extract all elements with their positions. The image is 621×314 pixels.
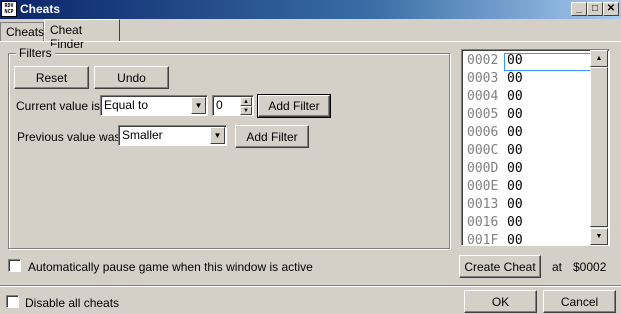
add-filter-previous-button[interactable]: Add Filter xyxy=(235,125,309,148)
divider xyxy=(0,285,621,287)
tab-strip: Cheats Cheat Finder xyxy=(0,19,621,51)
cancel-button[interactable]: Cancel xyxy=(543,290,616,313)
memory-value[interactable]: 00 xyxy=(507,161,523,176)
ok-button[interactable]: OK xyxy=(464,290,537,313)
memory-list-scrollbar[interactable]: ▲ ▼ xyxy=(590,50,608,245)
app-icon: RDV NCP xyxy=(1,1,17,17)
memory-value[interactable]: 00 xyxy=(507,179,523,194)
memory-value[interactable]: 00 xyxy=(507,71,523,86)
selection-highlight xyxy=(504,53,591,71)
address-value: $0002 xyxy=(573,260,607,274)
spin-down-icon[interactable]: ▼ xyxy=(240,106,252,115)
previous-value-label: Previous value was xyxy=(17,130,121,144)
minimize-button[interactable]: _ xyxy=(571,2,587,16)
at-label: at xyxy=(552,260,563,274)
memory-value[interactable]: 00 xyxy=(507,197,523,212)
disable-all-checkbox[interactable] xyxy=(6,295,19,308)
memory-address: 000C xyxy=(467,143,499,158)
current-op-select[interactable]: Equal to ▼ xyxy=(100,95,208,116)
current-value-label: Current value is xyxy=(16,99,101,113)
spin-up-icon[interactable]: ▲ xyxy=(240,97,252,106)
close-button[interactable]: ✕ xyxy=(603,2,619,16)
previous-op-select[interactable]: Smaller ▼ xyxy=(118,125,227,146)
scroll-down-icon[interactable]: ▼ xyxy=(590,228,608,245)
filters-legend: Filters xyxy=(16,46,55,60)
memory-address: 000D xyxy=(467,161,499,176)
scroll-up-icon[interactable]: ▲ xyxy=(590,50,608,67)
scroll-thumb[interactable] xyxy=(590,67,608,227)
auto-pause-label: Automatically pause game when this windo… xyxy=(28,260,313,274)
memory-value[interactable]: 00 xyxy=(507,233,523,245)
auto-pause-checkbox[interactable] xyxy=(8,259,21,272)
memory-address: 0003 xyxy=(467,71,499,86)
memory-value[interactable]: 00 xyxy=(507,107,523,122)
memory-address: 000E xyxy=(467,179,499,194)
memory-address: 0016 xyxy=(467,215,499,230)
memory-value[interactable]: 00 xyxy=(507,215,523,230)
previous-op-value: Smaller xyxy=(122,128,163,142)
memory-value[interactable]: 00 xyxy=(507,89,523,104)
chevron-down-icon[interactable]: ▼ xyxy=(210,127,225,144)
memory-address: 0013 xyxy=(467,197,499,212)
disable-all-label: Disable all cheats xyxy=(25,296,120,310)
tab-cheat-finder[interactable]: Cheat Finder xyxy=(44,19,120,51)
create-cheat-button[interactable]: Create Cheat xyxy=(459,255,541,278)
memory-address: 0002 xyxy=(467,53,499,68)
undo-button[interactable]: Undo xyxy=(94,66,169,89)
memory-address: 001F xyxy=(467,233,499,246)
title-bar[interactable]: RDV NCP Cheats _ □ ✕ xyxy=(0,0,621,19)
current-op-value: Equal to xyxy=(104,98,149,112)
window-title: Cheats xyxy=(20,2,61,16)
current-value-spinner[interactable]: 0 ▲ ▼ xyxy=(212,95,254,116)
add-filter-current-button[interactable]: Add Filter xyxy=(257,94,331,118)
tab-cheats[interactable]: Cheats xyxy=(0,22,44,41)
memory-address: 0006 xyxy=(467,125,499,140)
current-value-input[interactable]: 0 xyxy=(216,98,223,112)
maximize-button[interactable]: □ xyxy=(587,2,603,16)
chevron-down-icon[interactable]: ▼ xyxy=(191,97,206,114)
memory-address: 0004 xyxy=(467,89,499,104)
memory-list[interactable]: 0002 00 0003 00 0004 00 0005 00 0006 00 … xyxy=(461,49,610,246)
memory-address: 0005 xyxy=(467,107,499,122)
reset-button[interactable]: Reset xyxy=(14,66,89,89)
memory-value[interactable]: 00 xyxy=(507,125,523,140)
memory-value[interactable]: 00 xyxy=(507,143,523,158)
